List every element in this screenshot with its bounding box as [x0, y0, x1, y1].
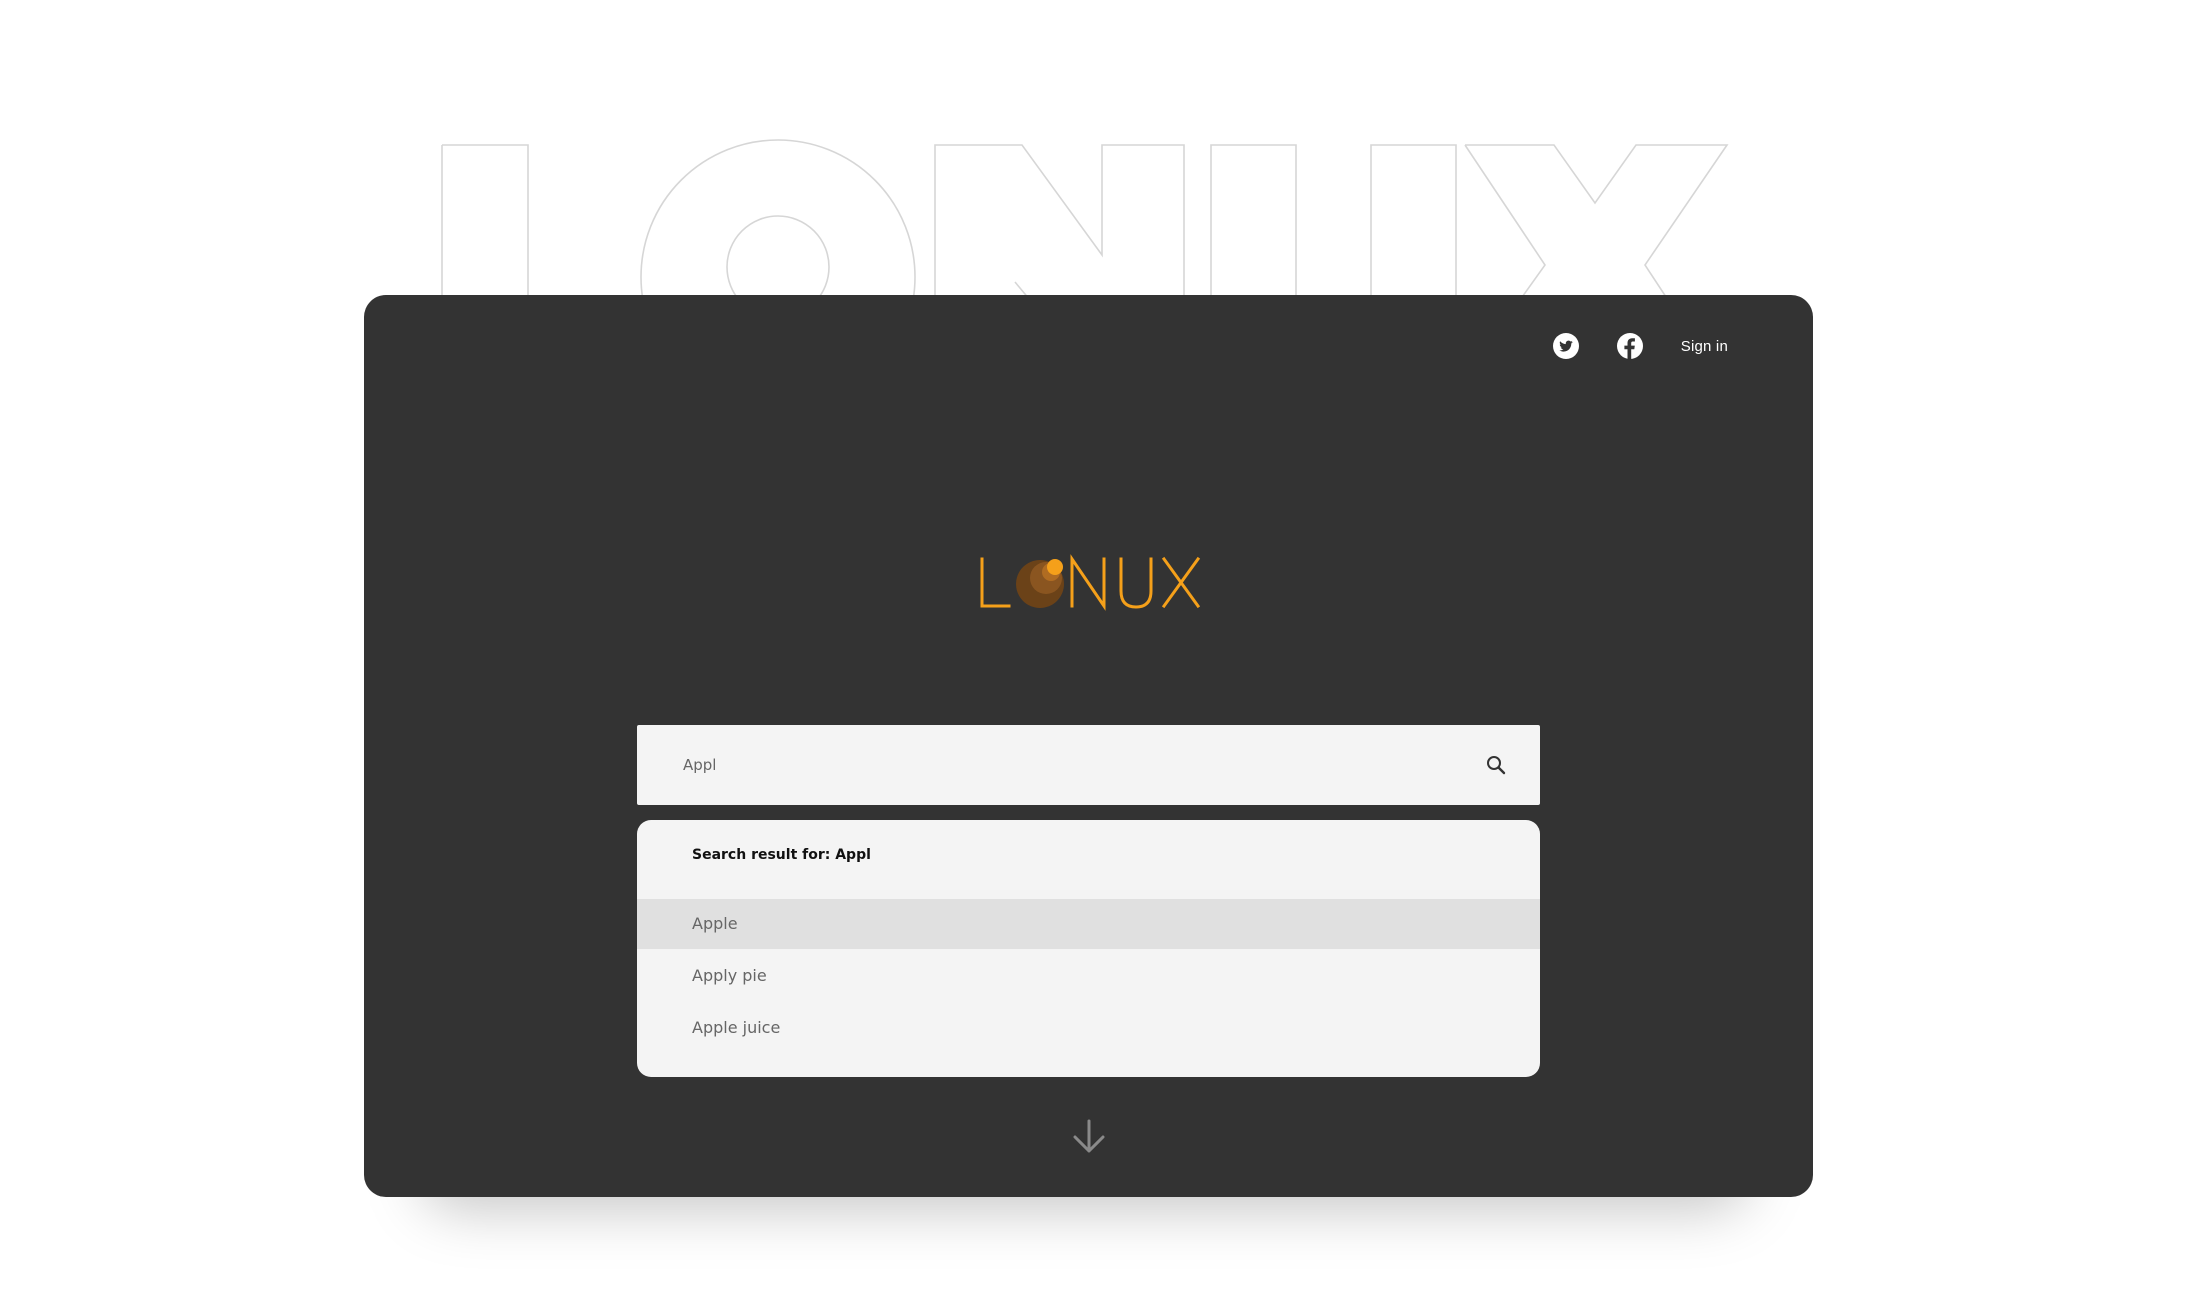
facebook-glyph: [1624, 338, 1635, 359]
background-wordmark-outline: [441, 139, 1729, 300]
arrow-down-icon[interactable]: [1071, 1117, 1107, 1157]
result-item-apply-pie[interactable]: Apply pie: [637, 951, 1540, 1001]
result-item-apple[interactable]: Apple: [637, 899, 1540, 949]
twitter-icon[interactable]: [1552, 333, 1579, 359]
top-nav: Sign in: [1552, 333, 1728, 359]
search-results-heading: Search result for: Appl: [692, 847, 871, 863]
sign-in-link[interactable]: Sign in: [1681, 338, 1728, 355]
result-item-apple-juice[interactable]: Apple juice: [637, 1003, 1540, 1053]
background-wordmark: [0, 0, 2207, 300]
twitter-glyph: [1559, 340, 1573, 352]
search-box: [637, 725, 1540, 805]
lonux-logo: [980, 554, 1201, 611]
page: Sign in Appl Search result for: Appl App…: [0, 0, 2207, 1290]
search-icon[interactable]: [1484, 753, 1508, 777]
search-results-dropdown: Search result for: Appl Apple Apply pie …: [637, 820, 1540, 1077]
facebook-icon[interactable]: [1616, 333, 1643, 359]
hero-card: Sign in Appl Search result for: Appl App…: [364, 295, 1813, 1197]
search-input[interactable]: [683, 725, 1443, 805]
